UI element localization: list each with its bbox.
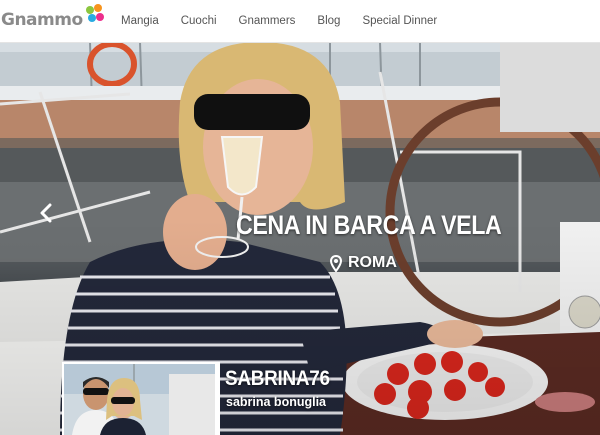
map-pin-icon xyxy=(330,254,342,272)
logo-dot-green xyxy=(85,6,94,14)
gnammo-logo[interactable]: Gnammo xyxy=(0,4,104,36)
nav-item-cuochi[interactable]: Cuochi xyxy=(181,15,217,27)
nav-item-blog[interactable]: Blog xyxy=(317,15,340,27)
main-menu: Mangia Cuochi Gnammers Blog Special Dinn… xyxy=(121,0,459,42)
location-label: ROMA xyxy=(348,254,397,271)
event-title[interactable]: CENA IN BARCA A VELA xyxy=(236,210,546,241)
top-navigation-bar: Gnammo Mangia Cuochi Gnammers Blog Speci… xyxy=(0,0,600,43)
chevron-left-icon[interactable] xyxy=(38,202,54,224)
logo-dot-orange xyxy=(93,4,102,12)
logo-dot-pink xyxy=(95,13,104,21)
logo-text: Gnammo xyxy=(1,10,83,30)
event-location: ROMA xyxy=(330,254,397,272)
nav-item-gnammers[interactable]: Gnammers xyxy=(239,15,296,27)
logo-dot-blue xyxy=(87,14,96,22)
nav-item-special-dinner[interactable]: Special Dinner xyxy=(362,15,437,27)
nav-item-mangia[interactable]: Mangia xyxy=(121,15,159,27)
logo-dots xyxy=(84,4,104,28)
host-avatar-card[interactable] xyxy=(62,362,220,435)
host-username: sabrina bonuglia xyxy=(226,395,327,409)
host-avatar xyxy=(64,364,215,435)
event-hero-banner[interactable]: CENA IN BARCA A VELA ROMA SABRINA76 sabr… xyxy=(0,42,600,435)
host-display-name[interactable]: SABRINA76 xyxy=(225,367,330,391)
